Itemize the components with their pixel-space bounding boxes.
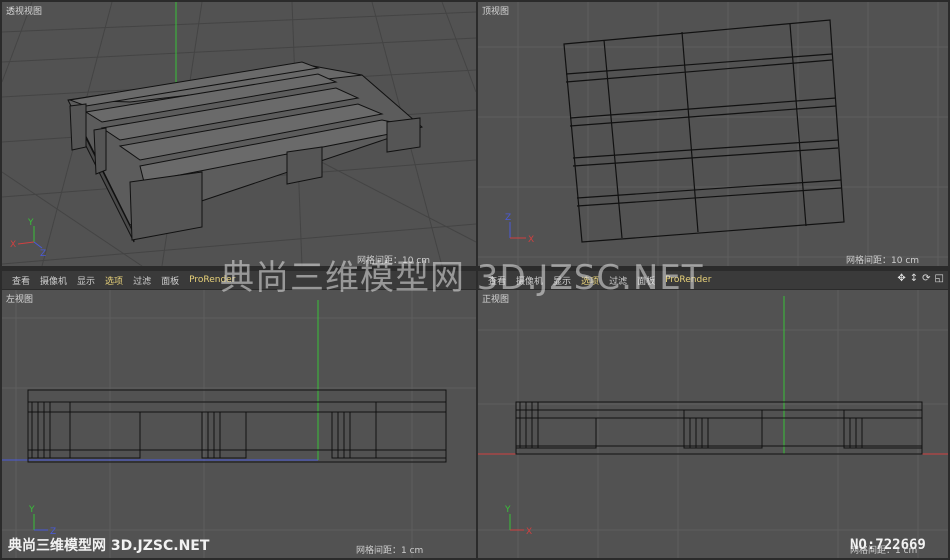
move-icon[interactable]: ✥ [897,273,905,284]
pallet-model [67,61,423,243]
top-scene [478,2,948,266]
menu-panel[interactable]: 面板 [161,274,179,287]
perspective-scene [2,2,476,266]
axis-y-label: Y [27,218,34,228]
left-viewport-title: 左视图 [6,295,34,305]
svg-text:X: X [528,235,534,245]
svg-text:Y: Y [504,505,511,515]
pallet-front-outline [515,401,923,455]
pallet-top-outline [563,19,845,243]
watermark-number: NO:722669 [850,537,926,553]
maximize-icon[interactable]: ◱ [935,273,944,284]
left-viewport[interactable]: 左视图 网格间距：1 cm Y Z [2,290,476,558]
svg-text:Y: Y [28,505,35,515]
scroll-icon[interactable]: ↕ [910,273,918,284]
bottom-watermark: 典尚三维模型网 3D.JZSC.NET [8,538,210,554]
svg-text:X: X [526,527,532,537]
menu-camera[interactable]: 摄像机 [40,274,67,287]
svg-text:Z: Z [505,213,511,223]
left-grid [2,290,476,558]
front-grid [478,290,948,558]
menu-display[interactable]: 显示 [77,274,95,287]
left-scene [2,290,476,558]
menu-options[interactable]: 选项 [105,274,123,287]
viewport-toolbar: ✥ ↕ ⟳ ◱ [897,273,944,284]
left-axis-gizmo: Y Z [28,505,56,537]
axis-x-label: X [10,240,16,250]
perspective-viewport-title: 透视视图 [6,7,43,17]
top-axis-gizmo: Z X [505,213,534,245]
top-grid [478,2,948,266]
front-viewport[interactable]: 正视图 网格间距：1 cm Y X [478,290,948,558]
top-viewport-title: 顶视图 [482,7,510,17]
axis-z-label: Z [40,249,46,256]
top-grid-spacing: 网格间距：10 cm [846,256,920,266]
left-grid-spacing: 网格间距：1 cm [356,546,424,556]
pallet-side-outline [27,389,447,463]
rotate-icon[interactable]: ⟳ [922,273,930,284]
menu-view[interactable]: 查看 [12,274,30,287]
perspective-viewport[interactable]: 透视视图 网格间距：10 cm Y X Z [2,2,476,266]
center-watermark: 典尚三维模型网 3D.JZSC.NET [220,258,704,298]
perspective-axis-gizmo: Y X Z [10,218,46,256]
top-viewport[interactable]: 顶视图 网格间距：10 cm Z X [478,2,948,266]
front-axis-gizmo: Y X [504,505,532,537]
front-scene [478,290,948,558]
menu-filter[interactable]: 过滤 [133,274,151,287]
